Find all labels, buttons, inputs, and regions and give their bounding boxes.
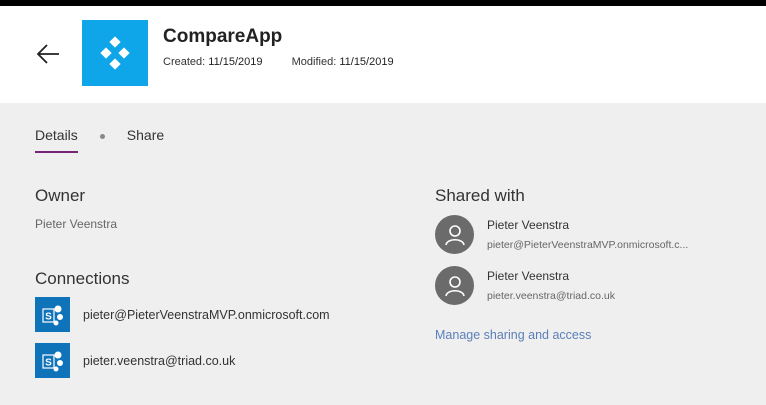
app-icon [82, 20, 148, 86]
owner-name: Pieter Veenstra [35, 217, 118, 231]
modified-value: 11/15/2019 [339, 56, 394, 68]
modified-label: Modified: [291, 56, 337, 68]
svg-text:S: S [45, 311, 52, 322]
manage-sharing-link[interactable]: Manage sharing and access [435, 328, 591, 342]
svg-text:S: S [45, 357, 52, 368]
user-avatar-icon [435, 266, 474, 305]
created-label: Created: [163, 56, 206, 68]
connection-item[interactable]: S pieter.veenstra@triad.co.uk [35, 343, 235, 378]
details-body: Details Share Owner Pieter Veenstra Conn… [0, 103, 766, 405]
app-meta: Created: 11/15/2019 Modified: 11/15/2019 [163, 56, 394, 68]
person-email: pieter.veenstra@triad.co.uk [487, 290, 615, 302]
tab-share[interactable]: Share [127, 127, 164, 153]
person-name: Pieter Veenstra [487, 218, 570, 232]
tab-separator-dot [99, 134, 105, 139]
header: CompareApp Created: 11/15/2019 Modified:… [0, 6, 766, 103]
shared-with-heading: Shared with [435, 186, 525, 205]
owner-heading: Owner [35, 186, 86, 205]
connection-label: pieter@PieterVeenstraMVP.onmicrosoft.com [83, 307, 330, 322]
person-name: Pieter Veenstra [487, 269, 570, 283]
back-arrow-icon[interactable] [35, 42, 61, 66]
sharepoint-icon: S [35, 343, 70, 378]
connection-label: pieter.veenstra@triad.co.uk [83, 353, 236, 368]
connection-item[interactable]: S pieter@PieterVeenstraMVP.onmicrosoft.c… [35, 297, 330, 332]
app-details-panel: CompareApp Created: 11/15/2019 Modified:… [0, 6, 766, 405]
tab-details[interactable]: Details [35, 127, 78, 153]
user-avatar-icon [435, 215, 474, 254]
connections-heading: Connections [35, 269, 130, 288]
app-title: CompareApp [163, 26, 283, 47]
person-email: pieter@PieterVeenstraMVP.onmicrosoft.c..… [487, 239, 689, 251]
created-value: 11/15/2019 [208, 56, 263, 68]
shared-person: Pieter Veenstra pieter@PieterVeenstraMVP… [435, 215, 688, 254]
tab-bar: Details Share [35, 127, 164, 153]
sharepoint-icon: S [35, 297, 70, 332]
shared-person: Pieter Veenstra pieter.veenstra@triad.co… [435, 266, 615, 305]
